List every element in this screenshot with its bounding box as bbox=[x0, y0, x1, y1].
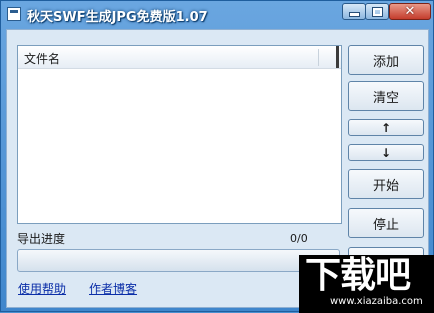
column-divider[interactable] bbox=[318, 49, 319, 66]
site-watermark-logo: 下载吧 www.xiazaiba.com bbox=[299, 255, 434, 313]
maximize-button[interactable] bbox=[365, 3, 389, 20]
file-list[interactable]: 文件名 bbox=[17, 45, 342, 224]
help-link[interactable]: 使用帮助 bbox=[18, 280, 66, 297]
clear-button[interactable]: 清空 bbox=[348, 81, 424, 111]
title-bar[interactable]: 秋天SWF生成JPG免费版1.07 ✕ bbox=[1, 1, 433, 28]
list-header: 文件名 bbox=[18, 46, 341, 69]
close-icon: ✕ bbox=[404, 4, 416, 19]
stop-button[interactable]: 停止 bbox=[348, 208, 424, 238]
column-header-filename[interactable]: 文件名 bbox=[24, 50, 60, 67]
column-resize-handle[interactable] bbox=[336, 46, 339, 68]
move-up-button[interactable]: ↑ bbox=[348, 119, 424, 136]
start-button[interactable]: 开始 bbox=[348, 169, 424, 199]
progress-label: 导出进度 bbox=[17, 232, 66, 246]
export-progress-bar bbox=[17, 249, 340, 272]
window-title: 秋天SWF生成JPG免费版1.07 bbox=[27, 10, 208, 25]
move-down-button[interactable]: ↓ bbox=[348, 144, 424, 161]
maximize-icon bbox=[371, 6, 383, 17]
author-blog-link[interactable]: 作者博客 bbox=[89, 280, 137, 297]
arrow-up-icon: ↑ bbox=[380, 120, 392, 135]
watermark-logo-text: 下载吧 bbox=[305, 255, 411, 296]
minimize-button[interactable] bbox=[342, 3, 366, 20]
progress-count: 0/0 bbox=[290, 232, 308, 245]
main-window: 秋天SWF生成JPG免费版1.07 ✕ 文件名 添加 清空 ↑ ↓ 开始 停止 … bbox=[0, 0, 434, 313]
app-icon bbox=[7, 7, 21, 21]
watermark-url: www.xiazaiba.com bbox=[330, 296, 423, 307]
add-button[interactable]: 添加 bbox=[348, 45, 424, 75]
arrow-down-icon: ↓ bbox=[380, 145, 392, 160]
close-button[interactable]: ✕ bbox=[389, 3, 431, 20]
minimize-icon bbox=[348, 12, 360, 17]
